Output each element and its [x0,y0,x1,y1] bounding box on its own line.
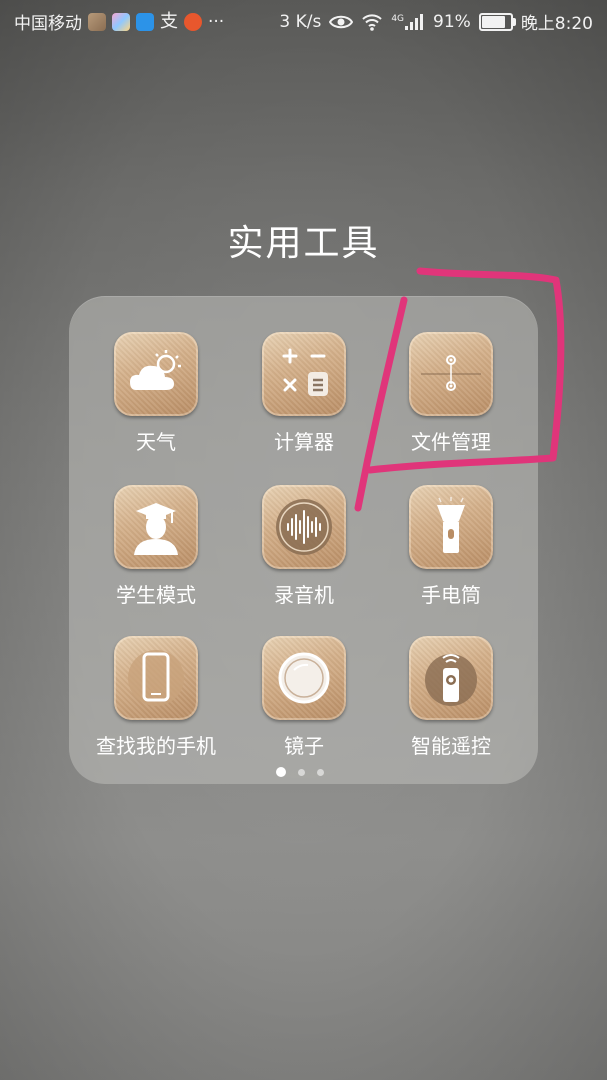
annotation-highlight-stroke [354,267,565,512]
